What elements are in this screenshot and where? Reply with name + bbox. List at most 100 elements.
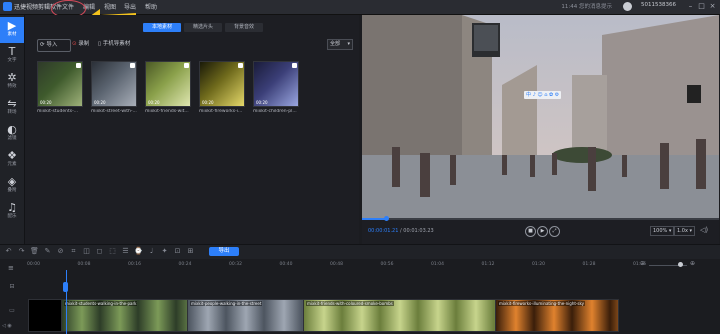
toolbar-tool-icon[interactable]: ◫ [82,247,91,256]
mute-track-icon[interactable]: ◁ ◉ [2,323,12,329]
add-to-timeline-icon[interactable] [184,63,189,68]
video-preview[interactable]: 中 ♪ ☺ ⌂ ✿ ⚙ [362,15,719,218]
stop-icon[interactable]: ■ [525,226,536,237]
toolbar-tool-icon[interactable]: ↷ [17,247,26,256]
toolbar-tool-icon[interactable]: ⬚ [108,247,117,256]
menu-help[interactable]: 帮助 [145,2,157,11]
progress-track[interactable] [362,218,719,220]
media-thumbnail[interactable]: 00:20 [37,61,83,107]
toolbar-tool-icon[interactable]: ⊘ [56,247,65,256]
zoom-out-icon[interactable]: ⊖ [640,260,645,267]
close-icon[interactable]: × [708,2,717,11]
timeline-clip[interactable]: mixkit-fireworks-illuminating-the-night-… [495,299,619,332]
filter-dropdown[interactable]: 全部 ▾ [327,39,353,50]
ruler-tick-label: 00:56 [380,262,394,267]
video-track-icon[interactable]: ▭ [2,307,22,317]
clip-duration: 00:20 [202,100,214,105]
home-icon[interactable]: ⌂ [544,92,547,98]
toolbar-tool-icon[interactable]: ⌗ [69,247,78,256]
toolbar-tool-icon[interactable]: ⌚ [134,247,143,256]
fullscreen-icon[interactable]: ⤢ [549,226,560,237]
media-thumbnail[interactable]: 00:20 [253,61,299,107]
mobile-import-button[interactable]: ▯ 手机导素材 [98,39,130,50]
sidebar-item-music[interactable]: ♫ 配乐 [0,199,24,225]
audio-icon[interactable]: ♪ [533,92,536,98]
current-time: 00:00:01.21 [368,228,399,234]
play-icon[interactable]: ▶ [537,226,548,237]
maximize-icon[interactable]: □ [697,2,706,11]
sidebar-item-transition[interactable]: ⇋ 转场 [0,95,24,121]
timeline-clip[interactable]: mixkit-people-walking-in-the-street [187,299,305,332]
sidebar-item-layer[interactable]: ◈ 叠附 [0,173,24,199]
media-thumbnail[interactable]: 00:20 [91,61,137,107]
media-thumbnail[interactable]: 00:20 [145,61,191,107]
import-button[interactable]: ⟳ 导入 [37,39,71,52]
sidebar-item-label: 元素 [7,162,17,167]
lock-track-icon[interactable]: ⊟ [2,283,22,293]
clip-duration: 00:20 [94,100,106,105]
media-file-name: mixkit-children-pl... [253,109,297,114]
avatar[interactable] [623,2,632,11]
emoji-icon[interactable]: ☺ [537,92,542,98]
add-to-timeline-icon[interactable] [76,63,81,68]
timeline-clip[interactable]: mixkit-friends-with-coloured-smoke-bombs [303,299,497,332]
speed-select[interactable]: 1.0x ▾ [674,226,696,236]
toolbar-tool-icon[interactable]: ✎ [43,247,52,256]
toolbar-tool-icon[interactable]: ♩ [147,247,156,256]
sidebar-item-media[interactable]: ▶ 素材 [0,17,24,43]
ruler-tick-label: 00:00 [27,262,40,267]
timeline[interactable]: 00:00 00:08 00:16 00:24 00:32 00:40 00:48 00:56… [0,259,720,334]
notification-text[interactable]: 11:44 您的消息提示 [561,2,612,10]
record-button[interactable]: ⊙ 录制 [72,39,89,50]
minimize-icon[interactable]: – [686,2,695,11]
add-to-timeline-icon[interactable] [238,63,243,68]
track-menu-icon[interactable]: ≡ [8,264,14,272]
ruler-tick-label: 01:28 [582,262,596,267]
toolbar-tool-icon[interactable]: ⊞ [186,247,195,256]
export-button[interactable]: 导出 [209,247,239,256]
toolbar-tool-icon[interactable]: ☰ [121,247,130,256]
tab-intros[interactable]: 精选片头 [184,23,222,32]
toolbar-tool-icon[interactable]: ◻ [95,247,104,256]
playhead-handle[interactable] [63,282,68,292]
ruler-tick-label: 01:12 [481,262,495,267]
sidebar-item-text[interactable]: T 文字 [0,43,24,69]
timeline-clip-blank[interactable] [28,299,62,332]
text-icon: T [8,45,16,58]
quality-select[interactable]: 100% ▾ [650,226,675,236]
toolbar-tool-icon[interactable]: 🗑 [30,247,39,256]
tab-sound-effects[interactable]: 背景音效 [225,23,263,32]
quality-value: 100% [653,228,668,234]
progress-handle[interactable] [383,216,389,221]
user-id[interactable]: 5011538366 [641,2,676,8]
zoom-handle[interactable] [678,262,683,267]
ruler-tick-label: 00:48 [330,262,343,267]
toolbar-tool-icon[interactable]: ⊡ [173,247,182,256]
filter-icon: ◐ [7,123,17,136]
tab-local-media[interactable]: 本地素材 [143,23,181,32]
sticker-icon[interactable]: ✿ [549,92,553,98]
sidebar-item-filter[interactable]: ◐ 滤镜 [0,121,24,147]
sidebar-item-element[interactable]: ❖ 元素 [0,147,24,173]
preview-frame [362,15,719,218]
ruler-tick-label: 00:40 [279,262,293,267]
sidebar-item-effects[interactable]: ✲ 特效 [0,69,24,95]
add-to-timeline-icon[interactable] [292,63,297,68]
zoom-slider[interactable]: ⊖ ⊕ [640,260,698,268]
effects-icon: ✲ [7,71,17,84]
time-ruler[interactable]: 00:00 00:08 00:16 00:24 00:32 00:40 00:48 00:56… [27,262,720,272]
toolbar-tool-icon[interactable]: ↶ [4,247,13,256]
ruler-tick-label: 00:32 [229,262,242,267]
timeline-clip[interactable]: mixkit-students-walking-in-the-park [61,299,189,332]
lang-icon[interactable]: 中 [526,92,531,98]
settings-icon[interactable]: ⚙ [555,92,559,98]
sidebar-item-label: 滤镜 [7,136,17,141]
media-thumbnail[interactable]: 00:20 [199,61,245,107]
playhead[interactable] [66,270,67,334]
media-file-name: mixkit-friends-wit... [145,109,189,114]
add-to-timeline-icon[interactable] [130,63,135,68]
volume-icon[interactable]: ◁) [700,226,708,234]
zoom-in-icon[interactable]: ⊕ [690,260,695,267]
toolbar-tool-icon[interactable]: ✦ [160,247,169,256]
preview-overlay-toolbar[interactable]: 中 ♪ ☺ ⌂ ✿ ⚙ [524,91,562,99]
